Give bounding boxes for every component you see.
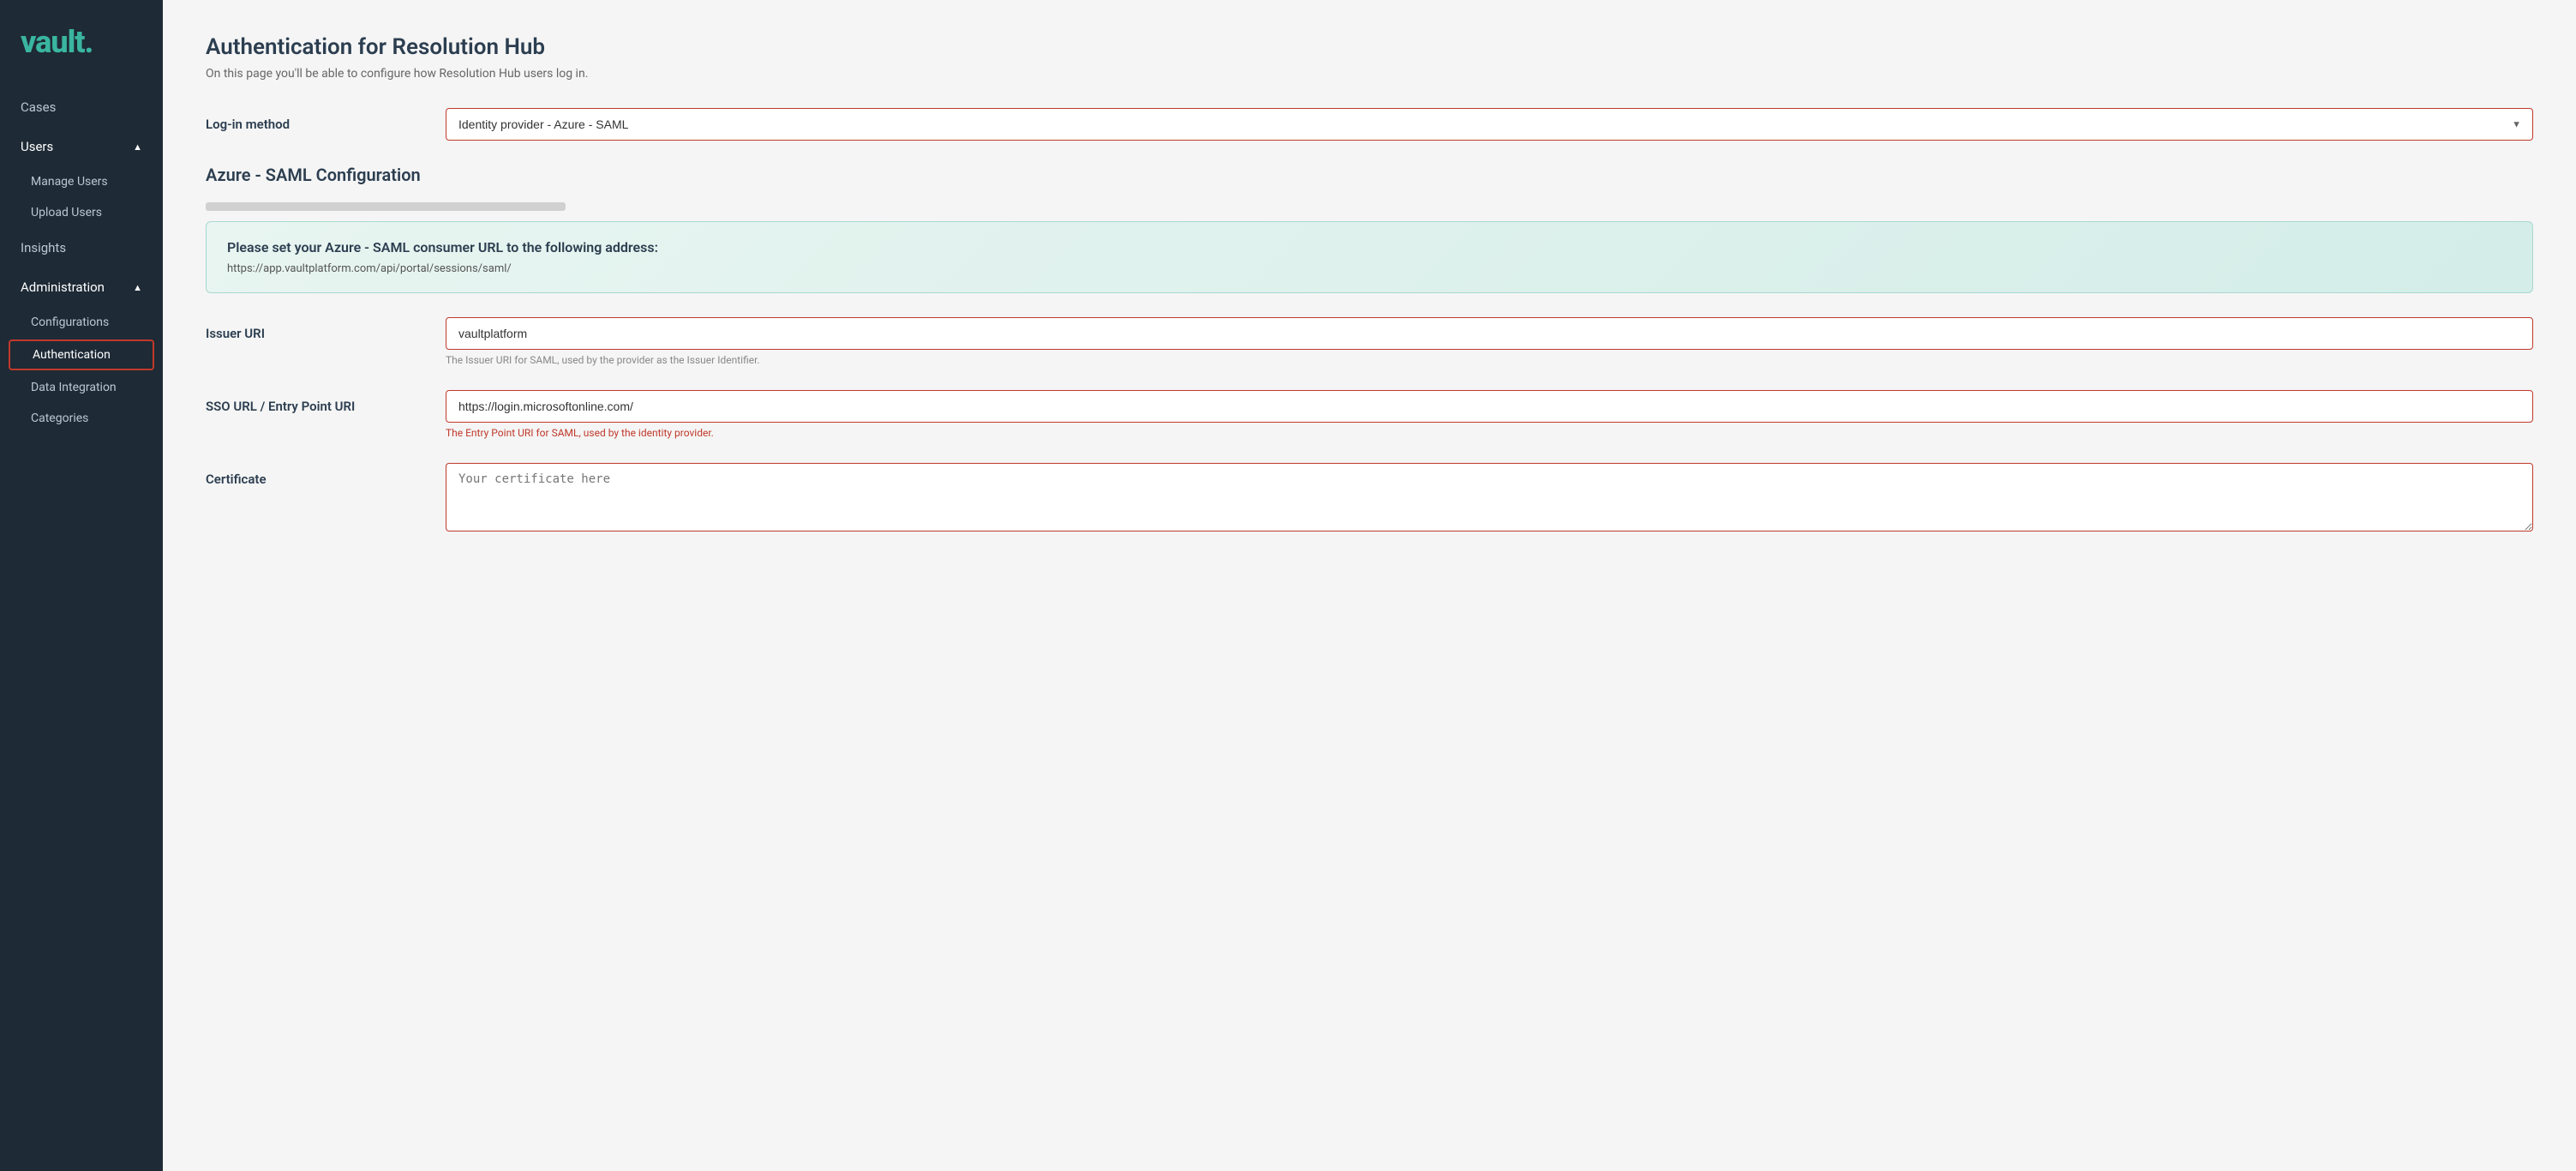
sidebar-sub-label: Manage Users	[31, 175, 108, 189]
sidebar-item-users[interactable]: Users ▲	[0, 127, 163, 166]
sso-url-hint: The Entry Point URI for SAML, used by th…	[446, 427, 2533, 439]
sidebar-sub-label: Categories	[31, 411, 88, 425]
sidebar: vault. Cases Users ▲ Manage Users Upload…	[0, 0, 163, 1171]
sidebar-item-label: Users	[21, 139, 53, 154]
sso-url-field-wrapper: The Entry Point URI for SAML, used by th…	[446, 390, 2533, 439]
login-method-select-wrapper: Identity provider - Azure - SAML Email a…	[446, 108, 2533, 141]
sidebar-sub-label: Data Integration	[31, 381, 117, 394]
sidebar-item-administration[interactable]: Administration ▲	[0, 267, 163, 307]
chevron-up-icon: ▲	[133, 282, 142, 293]
sidebar-item-configurations[interactable]: Configurations	[0, 307, 163, 338]
sso-url-input[interactable]	[446, 390, 2533, 423]
logo-text: vault.	[21, 24, 93, 60]
sidebar-item-categories[interactable]: Categories	[0, 403, 163, 434]
sidebar-sub-label: Authentication	[33, 348, 111, 362]
sidebar-item-label: Insights	[21, 240, 66, 255]
saml-info-box: Please set your Azure - SAML consumer UR…	[206, 221, 2533, 293]
sso-url-label: SSO URL / Entry Point URI	[206, 390, 428, 414]
certificate-input[interactable]	[446, 463, 2533, 531]
login-method-select[interactable]: Identity provider - Azure - SAML Email a…	[446, 108, 2533, 141]
login-method-row: Log-in method Identity provider - Azure …	[206, 108, 2533, 141]
sidebar-item-insights[interactable]: Insights	[0, 228, 163, 267]
sidebar-sub-label: Upload Users	[31, 206, 102, 219]
sidebar-item-label: Administration	[21, 279, 105, 295]
section-title: Azure - SAML Configuration	[206, 165, 2533, 185]
loading-bar	[206, 202, 566, 211]
sidebar-item-authentication[interactable]: Authentication	[9, 339, 154, 370]
page-subtitle: On this page you'll be able to configure…	[206, 67, 2533, 81]
certificate-label: Certificate	[206, 463, 428, 487]
sidebar-item-label: Cases	[21, 99, 56, 115]
saml-info-url: https://app.vaultplatform.com/api/portal…	[227, 262, 2512, 275]
saml-info-title: Please set your Azure - SAML consumer UR…	[227, 239, 2512, 255]
sidebar-sub-label: Configurations	[31, 315, 109, 329]
issuer-uri-hint: The Issuer URI for SAML, used by the pro…	[446, 354, 2533, 366]
sso-url-row: SSO URL / Entry Point URI The Entry Poin…	[206, 390, 2533, 439]
certificate-row: Certificate	[206, 463, 2533, 535]
issuer-uri-input[interactable]	[446, 317, 2533, 350]
issuer-uri-field-wrapper: The Issuer URI for SAML, used by the pro…	[446, 317, 2533, 366]
page-title: Authentication for Resolution Hub	[206, 34, 2533, 60]
sidebar-item-manage-users[interactable]: Manage Users	[0, 166, 163, 197]
app-logo: vault.	[0, 0, 163, 87]
sidebar-item-cases[interactable]: Cases	[0, 87, 163, 127]
sidebar-item-upload-users[interactable]: Upload Users	[0, 197, 163, 228]
sidebar-item-data-integration[interactable]: Data Integration	[0, 372, 163, 403]
issuer-uri-label: Issuer URI	[206, 317, 428, 341]
certificate-field-wrapper	[446, 463, 2533, 535]
issuer-uri-row: Issuer URI The Issuer URI for SAML, used…	[206, 317, 2533, 366]
login-method-label: Log-in method	[206, 108, 428, 132]
chevron-up-icon: ▲	[133, 141, 142, 153]
main-content: Authentication for Resolution Hub On thi…	[163, 0, 2576, 1171]
